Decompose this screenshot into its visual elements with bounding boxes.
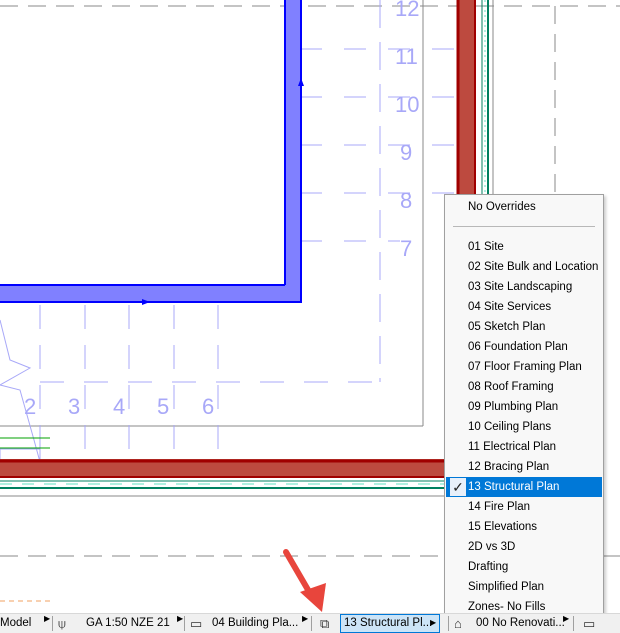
renovation-house-icon[interactable]: ⌂ — [454, 616, 462, 631]
menu-item-label: 04 Site Services — [468, 301, 552, 313]
triangle-right-icon[interactable]: ▶ — [177, 614, 183, 623]
menu-item-label: 05 Sketch Plan — [468, 321, 546, 333]
red-arrow-annotation — [283, 549, 326, 612]
menu-item[interactable]: 10 Ceiling Plans — [446, 417, 602, 437]
grid-label: 7 — [400, 236, 413, 261]
menu-item[interactable]: 08 Roof Framing — [446, 377, 602, 397]
menu-item[interactable]: 05 Sketch Plan — [446, 317, 602, 337]
menu-item-label: 11 Electrical Plan — [468, 441, 556, 453]
blue-wall[interactable] — [0, 0, 304, 305]
menu-item[interactable]: 03 Site Landscaping — [446, 277, 602, 297]
menu-item-label: 06 Foundation Plan — [468, 341, 568, 353]
menu-item[interactable]: ✓ 13 Structural Plan — [446, 477, 602, 497]
menu-item-label: Simplified Plan — [468, 581, 545, 593]
renovation-filter-selector[interactable]: 00 No Renovati... — [476, 614, 565, 633]
divider — [448, 616, 449, 631]
menu-item-label: 09 Plumbing Plan — [468, 401, 559, 413]
menu-item[interactable]: Drafting — [446, 557, 602, 577]
menu-item[interactable]: 01 Site — [446, 237, 602, 257]
menu-item-label: 03 Site Landscaping — [468, 281, 573, 293]
triangle-right-icon[interactable]: ▶ — [302, 614, 308, 623]
check-icon: ✓ — [450, 478, 466, 496]
menu-item-label: 02 Site Bulk and Location — [468, 261, 599, 273]
divider — [573, 616, 574, 631]
grid-label: 3 — [68, 394, 81, 419]
menu-item-label: 01 Site — [468, 241, 504, 253]
grid-label: 12 — [395, 0, 420, 21]
grid-label: 4 — [113, 394, 126, 419]
menu-item[interactable]: 07 Floor Framing Plan — [446, 357, 602, 377]
pen-set-selector[interactable]: GA 1:50 NZE 21 — [86, 614, 170, 633]
menu-item[interactable]: Simplified Plan — [446, 577, 602, 597]
divider — [52, 616, 53, 631]
grid-label: 8 — [400, 188, 413, 213]
pen-set-icon[interactable]: ⍦ — [58, 616, 66, 631]
triangle-right-icon[interactable]: ▶ — [44, 614, 50, 623]
graphic-override-selector[interactable]: 13 Structural Pl... ▶ — [340, 614, 440, 633]
menu-item[interactable]: 12 Bracing Plan — [446, 457, 602, 477]
menu-item[interactable]: 02 Site Bulk and Location — [446, 257, 602, 277]
grid-label: 11 — [395, 44, 418, 69]
menu-item[interactable]: 14 Fire Plan — [446, 497, 602, 517]
model-view-icon[interactable]: ▭ — [190, 616, 202, 631]
menu-item-label: 12 Bracing Plan — [468, 461, 550, 473]
graphic-override-value: 13 Structural Pl... — [344, 617, 433, 629]
triangle-right-icon: ▶ — [430, 618, 437, 627]
divider — [184, 616, 185, 631]
divider — [311, 616, 312, 631]
graphic-override-icon[interactable]: ⧉ — [320, 616, 329, 631]
menu-item-label: 2D vs 3D — [468, 541, 516, 553]
grid-label: 10 — [395, 92, 420, 117]
menu-item-label: Drafting — [468, 561, 509, 573]
grid-label: 9 — [400, 140, 413, 165]
menu-item[interactable]: 04 Site Services — [446, 297, 602, 317]
menu-item-label: 08 Roof Framing — [468, 381, 554, 393]
menu-item-label: 14 Fire Plan — [468, 501, 531, 513]
menu-item[interactable]: 09 Plumbing Plan — [446, 397, 602, 417]
model-view-selector[interactable]: 04 Building Pla... — [212, 614, 298, 633]
status-bar: Model ▶ ⍦ GA 1:50 NZE 21 ▶ ▭ 04 Building… — [0, 613, 620, 633]
model-label[interactable]: Model — [0, 614, 31, 633]
menu-item-no-overrides[interactable]: No Overrides — [446, 197, 602, 217]
grid-label: 6 — [202, 394, 215, 419]
menu-item-label: Zones- No Fills — [468, 601, 546, 613]
menu-item[interactable]: 11 Electrical Plan — [446, 437, 602, 457]
triangle-right-icon[interactable]: ▶ — [563, 614, 569, 623]
menu-separator — [453, 226, 595, 227]
graphic-override-menu: No Overrides 01 Site 02 Site Bulk and Loc… — [444, 194, 604, 617]
grid-label: 2 — [24, 394, 37, 419]
grid-label: 5 — [157, 394, 170, 419]
menu-item[interactable]: 15 Elevations — [446, 517, 602, 537]
menu-item-label: 07 Floor Framing Plan — [468, 361, 582, 373]
layout-icon[interactable]: ▭ — [583, 616, 595, 631]
menu-item[interactable]: 06 Foundation Plan — [446, 337, 602, 357]
menu-item-label: 13 Structural Plan — [468, 481, 560, 493]
menu-item-label: 15 Elevations — [468, 521, 538, 533]
menu-item[interactable]: 2D vs 3D — [446, 537, 602, 557]
menu-item-label: 10 Ceiling Plans — [468, 421, 552, 433]
